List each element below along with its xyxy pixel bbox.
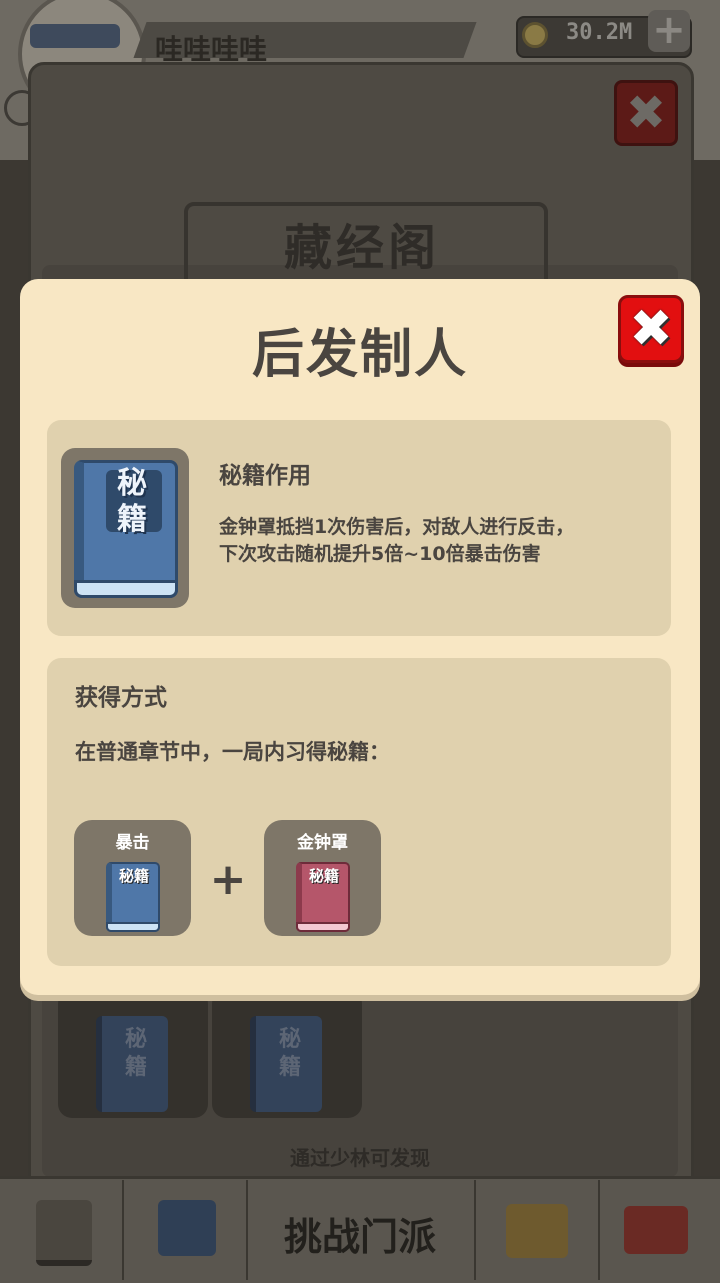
book-label: 秘籍 bbox=[278, 1027, 301, 1080]
close-icon: ✖ bbox=[625, 85, 667, 141]
chest-icon bbox=[506, 1204, 568, 1258]
library-close-button[interactable]: ✖ bbox=[614, 80, 678, 146]
book-pages bbox=[296, 922, 350, 932]
book-icon: 秘籍 bbox=[250, 1016, 322, 1112]
book-pages bbox=[74, 580, 178, 598]
close-icon: ✖ bbox=[629, 299, 673, 359]
effect-heading: 秘籍作用 bbox=[219, 463, 311, 489]
task-icon bbox=[36, 1200, 92, 1266]
modal-title: 后发制人 bbox=[251, 325, 468, 385]
book-label: 秘籍 bbox=[308, 867, 339, 885]
acquire-description: 在普通章节中，一局内习得秘籍： bbox=[75, 740, 390, 764]
book-label: 秘籍 bbox=[117, 466, 147, 537]
effect-description-line: 金钟罩抵挡1次伤害后，对敌人进行反击， bbox=[219, 516, 575, 538]
headband-icon bbox=[30, 24, 120, 48]
component-name: 金钟罩 bbox=[297, 833, 348, 853]
book-icon: 秘籍 bbox=[96, 1016, 168, 1112]
component-name: 暴击 bbox=[115, 833, 150, 853]
challenge-sect-button[interactable]: 挑战门派 bbox=[250, 1206, 470, 1261]
book-label: 秘籍 bbox=[118, 867, 149, 885]
plus-icon: + bbox=[209, 854, 247, 905]
collect-icon bbox=[624, 1206, 688, 1254]
effect-description-line: 下次攻击随机提升5倍~10倍暴击伤害 bbox=[219, 543, 541, 565]
close-button[interactable]: ✖ bbox=[618, 295, 684, 363]
book-icon bbox=[158, 1200, 216, 1256]
add-coins-button[interactable]: + bbox=[648, 10, 690, 52]
library-hint: 通过少林可发现 bbox=[290, 1146, 430, 1170]
book-label: 秘籍 bbox=[124, 1027, 147, 1080]
coin-amount: 30.2M bbox=[566, 20, 633, 45]
book-pages bbox=[106, 922, 160, 932]
acquire-heading: 获得方式 bbox=[75, 685, 167, 711]
coin-icon bbox=[522, 22, 548, 48]
library-title: 藏经阁 bbox=[283, 220, 440, 276]
